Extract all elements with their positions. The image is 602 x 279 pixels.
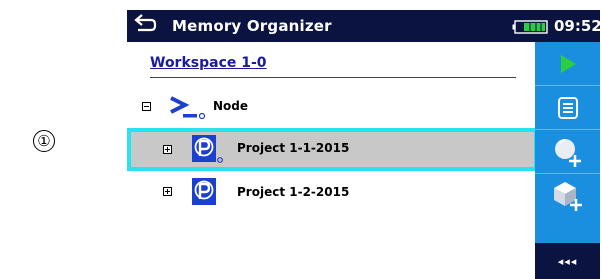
add-project-icon [553,181,582,211]
list-icon [557,96,578,119]
project-row[interactable]: Project 1-2-2015 [127,172,535,210]
add-node-icon [554,138,581,167]
project-label: Project 1-2-2015 [237,185,350,199]
tree-node-row[interactable]: Node [127,88,535,126]
project-row-selected[interactable]: Project 1-1-2015 [127,128,538,171]
page-title: Memory Organizer [172,17,332,35]
project-icon [192,178,216,205]
title-bar: Memory Organizer 09:52 [127,10,602,42]
clock: 09:52 [554,17,602,35]
annotation-marker: ① [33,130,55,152]
node-icon [170,96,206,120]
expand-icon[interactable] [163,187,172,196]
back-icon[interactable] [132,12,158,38]
workspace-title[interactable]: Workspace 1-0 [150,55,267,71]
start-button[interactable] [535,42,600,85]
node-label: Node [213,99,249,113]
add-node-button[interactable] [535,130,600,173]
battery-icon [512,20,548,34]
play-icon [560,54,576,73]
expand-icon[interactable] [163,145,172,154]
action-sidebar: ◂◂◂ [535,42,600,279]
memory-tree-panel: Workspace 1-0 Node Project 1-1-2015 Proj… [127,42,538,279]
collapse-icon[interactable] [142,102,151,111]
more-options-button[interactable]: ◂◂◂ [535,243,600,279]
project-icon [192,135,223,163]
add-project-button[interactable] [535,174,600,217]
device-screen: Memory Organizer 09:52 Workspace 1-0 Nod… [127,10,602,279]
more-label: ◂◂◂ [557,254,578,268]
view-list-button[interactable] [535,86,600,129]
workspace-divider [150,77,516,78]
project-label: Project 1-1-2015 [237,141,350,155]
